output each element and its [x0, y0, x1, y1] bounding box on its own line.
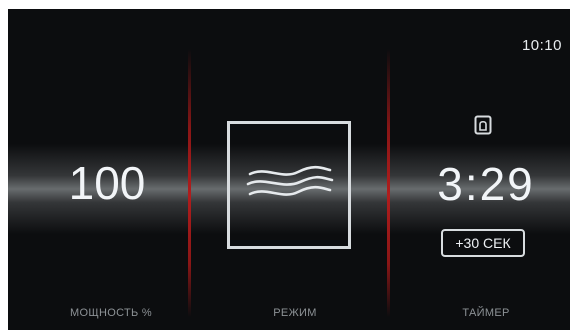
wave-heat-icon [246, 165, 334, 196]
timer-value[interactable]: 3:29 [406, 157, 566, 211]
separator-left [188, 49, 191, 317]
mode-label: РЕЖИМ [273, 307, 317, 319]
clock: 10:10 [521, 37, 562, 54]
door-lock-icon [474, 115, 492, 135]
power-value[interactable]: 100 [26, 156, 188, 210]
mode-button[interactable] [227, 121, 351, 249]
timer-label: ТАЙМЕР [462, 307, 510, 319]
power-label: МОЩНОСТЬ % [70, 307, 152, 319]
separator-right [387, 49, 390, 317]
oven-display: 10:10 100 3:29 +30 СЕК МОЩНОСТЬ % РЕЖИМ … [8, 9, 570, 330]
add-30-sec-button[interactable]: +30 СЕК [441, 229, 525, 257]
